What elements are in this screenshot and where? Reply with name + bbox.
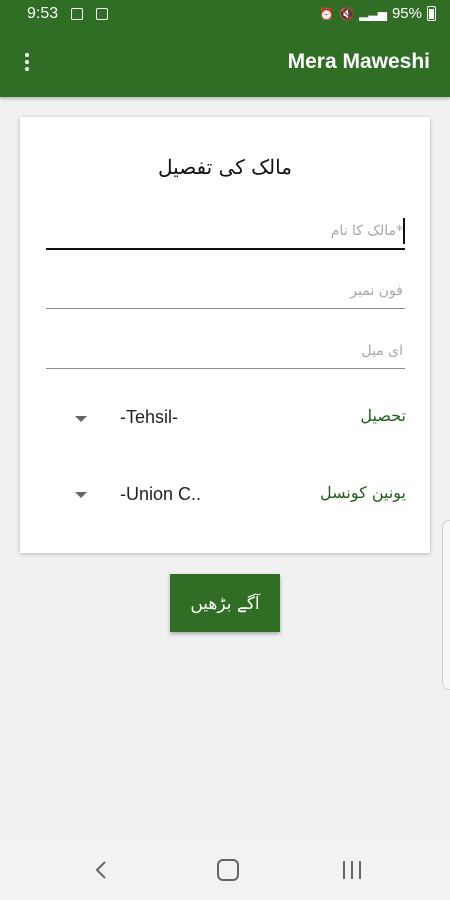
recent-apps-icon[interactable] — [340, 861, 364, 881]
text-cursor — [403, 218, 405, 244]
phone-field[interactable] — [46, 274, 405, 309]
back-icon[interactable] — [88, 856, 116, 884]
battery-percent: 95% — [391, 5, 422, 22]
app-bar: Mera Maweshi — [0, 30, 450, 97]
chevron-down-icon[interactable] — [75, 416, 87, 422]
union-council-label: یونین کونسل — [320, 483, 406, 502]
owner-name-input[interactable] — [46, 214, 405, 248]
status-right-icons: ⏰ 🔇 ▂▃▅ 95% — [319, 5, 436, 22]
tehsil-label: تحصیل — [360, 406, 406, 425]
phone-input[interactable] — [46, 274, 405, 308]
chevron-down-icon[interactable] — [75, 492, 87, 498]
system-nav-bar — [0, 842, 450, 900]
status-time: 9:53 — [27, 5, 59, 22]
email-input[interactable] — [46, 334, 405, 368]
edge-panel-handle[interactable] — [442, 520, 450, 690]
alarm-icon: ⏰ — [319, 6, 335, 21]
next-button[interactable]: آگے بڑھیں — [170, 574, 280, 632]
image-icon — [71, 8, 83, 20]
union-council-dropdown[interactable]: -Union C.. — [120, 484, 201, 505]
battery-icon — [427, 6, 436, 21]
tehsil-dropdown[interactable]: -Tehsil- — [120, 407, 178, 428]
app-title: Mera Maweshi — [287, 50, 430, 73]
owner-details-card: مالک کی تفصیل -Tehsil- تحصیل -Union C.. … — [20, 117, 430, 553]
signal-icon: ▂▃▅ — [359, 6, 387, 21]
email-field[interactable] — [46, 334, 405, 369]
mute-icon: 🔇 — [339, 6, 355, 21]
owner-name-field[interactable] — [46, 214, 405, 250]
home-icon[interactable] — [217, 859, 239, 881]
app-notification-icon — [96, 8, 108, 20]
status-bar: 9:53 ⏰ 🔇 ▂▃▅ 95% — [0, 0, 450, 30]
form-title: مالک کی تفصیل — [158, 155, 292, 179]
more-vert-icon[interactable] — [16, 50, 38, 76]
